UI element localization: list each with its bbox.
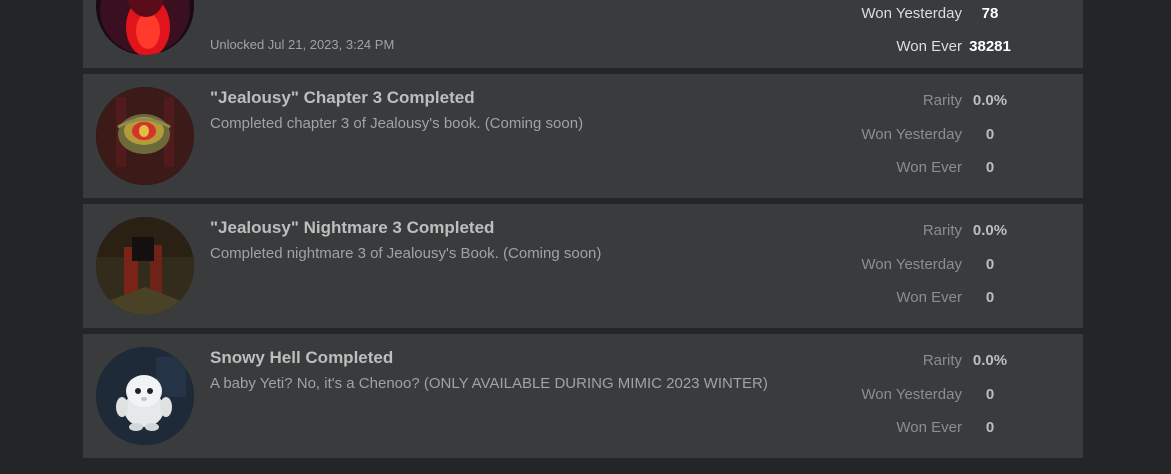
stat-won-ever: Won Ever 0 [791, 289, 1051, 309]
stat-rarity: Rarity 0.0% [791, 222, 1051, 242]
stat-label: Won Ever [896, 419, 962, 436]
badge-image[interactable] [96, 87, 194, 185]
badge-card[interactable]: "Jealousy" Chapter 3 Completed Completed… [83, 74, 1083, 198]
stat-label: Rarity [922, 222, 962, 239]
stat-value: 0 [985, 126, 995, 143]
stat-rarity: Rarity 0.0% [791, 92, 1051, 112]
stat-label: Won Yesterday [861, 386, 962, 403]
stat-won-yesterday: Won Yesterday 0 [791, 386, 1051, 406]
stat-won-yesterday: Won Yesterday 0 [791, 126, 1051, 146]
stat-label: Rarity [922, 352, 962, 369]
badge-card[interactable]: Snowy Hell Completed A baby Yeti? No, it… [83, 334, 1083, 458]
badge-title[interactable]: Snowy Hell Completed [210, 348, 393, 368]
stat-label: Won Ever [896, 38, 962, 55]
badge-image[interactable] [96, 0, 194, 55]
stat-label: Rarity [922, 92, 962, 109]
stat-value: 0 [985, 256, 995, 273]
stat-won-yesterday: Won Yesterday 78 [791, 5, 1051, 25]
stat-label: Won Ever [896, 159, 962, 176]
stat-label: Won Ever [896, 289, 962, 306]
stat-value: 0 [985, 289, 995, 306]
stat-won-ever: Won Ever 0 [791, 159, 1051, 179]
stat-label: Won Yesterday [861, 126, 962, 143]
stat-label: Won Yesterday [861, 5, 962, 22]
stat-won-ever: Won Ever 0 [791, 419, 1051, 439]
stat-value: 0.0% [972, 352, 1008, 369]
stat-value: 0 [985, 386, 995, 403]
badge-description: Completed nightmare 3 of Jealousy's Book… [210, 245, 602, 262]
badge-card[interactable]: "Jealousy" Nightmare 3 Completed Complet… [83, 204, 1083, 328]
badge-description: Completed chapter 3 of Jealousy's book. … [210, 115, 584, 132]
badge-description: A baby Yeti? No, it's a Chenoo? (ONLY AV… [210, 375, 768, 392]
badge-title[interactable]: "Jealousy" Chapter 3 Completed [210, 88, 475, 108]
stat-rarity: Rarity 0.0% [791, 352, 1051, 372]
stat-value: 0 [985, 159, 995, 176]
stat-value: 78 [981, 5, 999, 22]
stat-label: Won Yesterday [861, 256, 962, 273]
badge-title[interactable]: "Jealousy" Nightmare 3 Completed [210, 218, 494, 238]
stat-won-ever: Won Ever 38281 [791, 38, 1051, 58]
stat-value: 0 [985, 419, 995, 436]
stat-value: 0.0% [972, 222, 1008, 239]
badge-image[interactable] [96, 347, 194, 445]
badge-image[interactable] [96, 217, 194, 315]
stat-value: 38281 [969, 38, 1011, 55]
stat-won-yesterday: Won Yesterday 0 [791, 256, 1051, 276]
unlocked-date: Unlocked Jul 21, 2023, 3:24 PM [210, 37, 395, 52]
badge-card[interactable]: Unlocked Jul 21, 2023, 3:24 PM Won Yeste… [83, 0, 1083, 68]
stat-value: 0.0% [972, 92, 1008, 109]
